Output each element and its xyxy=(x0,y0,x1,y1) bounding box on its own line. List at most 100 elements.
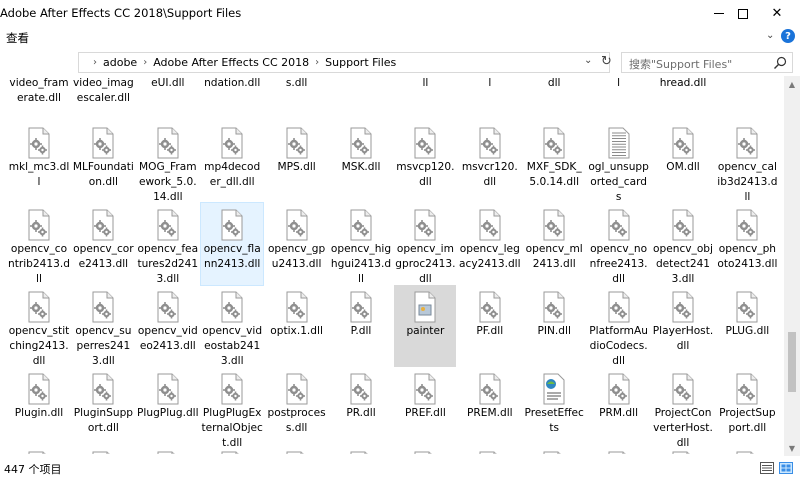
file-item[interactable]: MSK.dll xyxy=(330,121,392,203)
file-item[interactable]: l xyxy=(588,76,650,91)
file-item[interactable]: PLUG.dll xyxy=(716,285,778,367)
dll-file-icon xyxy=(731,291,763,323)
file-name: opencv_gpu2413.dll xyxy=(267,243,326,270)
file-item[interactable]: dll xyxy=(523,76,585,91)
file-item[interactable]: optix.1.dll xyxy=(266,285,328,367)
scroll-down-icon[interactable]: ▼ xyxy=(784,440,800,456)
file-item[interactable]: PR.dll xyxy=(330,367,392,449)
breadcrumb-separator[interactable]: › xyxy=(93,57,97,68)
file-item[interactable]: opencv_videostab2413.dll xyxy=(201,285,263,367)
ribbon-expand-icon[interactable]: ⌄ xyxy=(766,30,774,41)
file-item[interactable]: postprocess.dll xyxy=(266,367,328,449)
file-item[interactable] xyxy=(201,449,263,454)
file-item[interactable]: opencv_objdetect2413.dll xyxy=(652,203,714,285)
file-item[interactable]: ProjectConverterHost.dll xyxy=(652,367,714,449)
dll-file-icon xyxy=(281,127,313,159)
file-item[interactable]: PlayerHost.dll xyxy=(652,285,714,367)
file-item[interactable]: opencv_nonfree2413.dll xyxy=(588,203,650,285)
file-item[interactable]: opencv_contrib2413.dll xyxy=(8,203,70,285)
file-item[interactable]: ProjectSupport.dll xyxy=(716,367,778,449)
large-icons-view-icon[interactable] xyxy=(779,462,793,474)
file-item[interactable]: opencv_calib3d2413.dll xyxy=(716,121,778,203)
file-item[interactable] xyxy=(137,449,199,454)
refresh-icon[interactable]: ↻ xyxy=(601,54,612,69)
file-item[interactable]: painter xyxy=(394,285,457,367)
file-item[interactable]: opencv_stitching2413.dll xyxy=(8,285,70,367)
file-item[interactable]: video_imagescaler.dll xyxy=(72,76,134,106)
file-item[interactable]: PlugPlugExternalObject.dll xyxy=(201,367,263,449)
file-item[interactable] xyxy=(8,449,70,454)
file-item[interactable]: PlatformAudioCodecs.dll xyxy=(588,285,650,367)
file-item[interactable]: PlugPlug.dll xyxy=(137,367,199,449)
file-item[interactable]: opencv_core2413.dll xyxy=(72,203,134,285)
file-item[interactable]: PluginSupport.dll xyxy=(72,367,134,449)
file-item[interactable]: PREM.dll xyxy=(459,367,521,449)
file-item[interactable]: PIN.dll xyxy=(523,285,585,367)
file-item[interactable]: ndation.dll xyxy=(201,76,263,91)
dll-file-icon xyxy=(216,373,248,405)
file-item[interactable] xyxy=(394,449,456,454)
file-item[interactable]: opencv_gpu2413.dll xyxy=(266,203,328,285)
file-item[interactable]: opencv_highgui2413.dll xyxy=(330,203,392,285)
breadcrumb-separator[interactable]: › xyxy=(315,57,319,68)
breadcrumb-adobe[interactable]: adobe xyxy=(103,56,137,69)
file-item[interactable]: ll xyxy=(394,76,456,91)
file-item[interactable]: Plugin.dll xyxy=(8,367,70,449)
file-item[interactable]: ogl_unsupported_cards xyxy=(588,121,650,203)
file-item[interactable]: MXF_SDK_5.0.14.dll xyxy=(523,121,585,203)
file-item[interactable]: hread.dll xyxy=(652,76,714,91)
dll-file-icon xyxy=(538,291,570,323)
breadcrumb-support-files[interactable]: Support Files xyxy=(325,56,396,69)
file-item[interactable]: eUI.dll xyxy=(137,76,199,91)
file-item[interactable]: msvcr120.dll xyxy=(459,121,521,203)
file-item[interactable]: mp4decoder_dll.dll xyxy=(201,121,263,203)
details-view-icon[interactable] xyxy=(760,462,774,474)
file-item[interactable]: OM.dll xyxy=(652,121,714,203)
search-box[interactable]: 搜索"Support Files" xyxy=(621,52,793,73)
file-item[interactable]: P.dll xyxy=(330,285,392,367)
file-item[interactable]: opencv_flann2413.dll xyxy=(200,202,265,286)
scroll-up-icon[interactable]: ▲ xyxy=(784,76,800,92)
search-icon[interactable] xyxy=(773,56,787,70)
file-item[interactable]: s.dll xyxy=(266,76,328,91)
file-item[interactable] xyxy=(330,449,392,454)
file-item[interactable] xyxy=(652,449,714,454)
breadcrumb-separator[interactable]: › xyxy=(143,57,147,68)
search-input[interactable]: 搜索"Support Files" xyxy=(629,56,732,72)
file-item[interactable] xyxy=(72,449,134,454)
vertical-scrollbar[interactable]: ▲ ▼ xyxy=(784,76,800,456)
file-item[interactable]: l xyxy=(459,76,521,91)
file-item[interactable] xyxy=(716,449,778,454)
file-item[interactable]: opencv_ml2413.dll xyxy=(523,203,585,285)
address-history-chevron-icon[interactable]: ⌄ xyxy=(584,55,592,66)
close-button[interactable]: ✕ xyxy=(754,0,800,27)
file-item[interactable] xyxy=(459,449,521,454)
breadcrumb-after-effects[interactable]: Adobe After Effects CC 2018 xyxy=(153,56,309,69)
file-item[interactable]: MPS.dll xyxy=(266,121,328,203)
help-icon[interactable]: ? xyxy=(781,29,795,43)
file-item[interactable]: MLFoundation.dll xyxy=(72,121,134,203)
file-item[interactable]: PREF.dll xyxy=(394,367,456,449)
file-item[interactable]: video_framerate.dll xyxy=(8,76,70,106)
file-list[interactable]: video_framerate.dll video_imagescaler.dll… xyxy=(6,76,780,454)
file-item[interactable]: PresetEffects xyxy=(523,367,585,449)
dll-file-icon xyxy=(667,373,699,405)
address-bar[interactable]: › adobe › Adobe After Effects CC 2018 › … xyxy=(78,52,610,73)
scroll-thumb[interactable] xyxy=(788,332,796,392)
file-item[interactable]: opencv_photo2413.dll xyxy=(716,203,778,285)
file-item[interactable]: opencv_features2d2413.dll xyxy=(137,203,199,285)
tab-view[interactable]: 查看 xyxy=(6,30,29,46)
file-item[interactable] xyxy=(523,449,585,454)
file-item[interactable]: opencv_imgproc2413.dll xyxy=(394,203,456,285)
dll-file-icon xyxy=(23,451,55,454)
file-item[interactable] xyxy=(266,449,328,454)
file-item[interactable] xyxy=(588,449,650,454)
file-item[interactable]: opencv_video2413.dll xyxy=(137,285,199,367)
file-item[interactable]: msvcp120.dll xyxy=(394,121,456,203)
file-item[interactable]: mkl_mc3.dll xyxy=(8,121,70,203)
file-item[interactable]: MOG_Framework_5.0.14.dll xyxy=(137,121,199,203)
file-item[interactable]: opencv_legacy2413.dll xyxy=(459,203,521,285)
file-item[interactable]: opencv_superres2413.dll xyxy=(72,285,134,367)
file-item[interactable]: PF.dll xyxy=(459,285,521,367)
file-item[interactable]: PRM.dll xyxy=(588,367,650,449)
